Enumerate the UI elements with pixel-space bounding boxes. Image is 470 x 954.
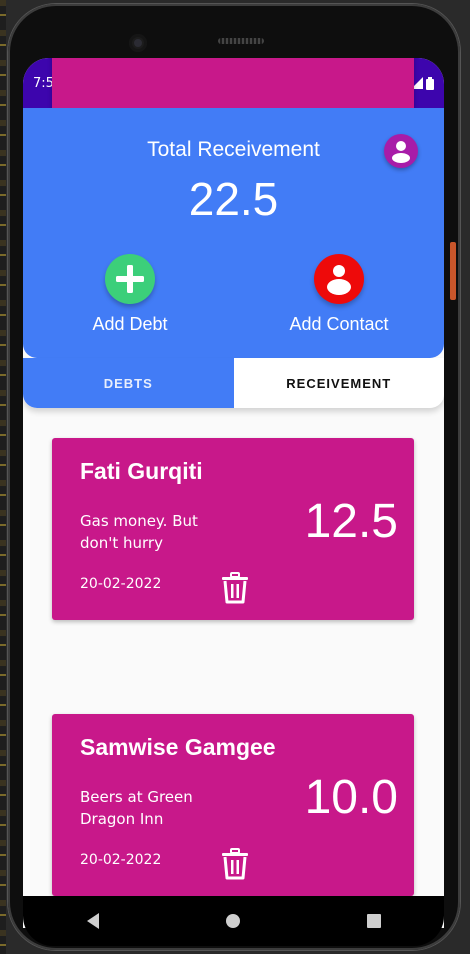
- trash-icon[interactable]: [220, 848, 250, 880]
- debt-note: Gas money. But don't hurry: [80, 512, 198, 552]
- person-icon: [327, 265, 351, 295]
- recents-button[interactable]: [362, 909, 386, 933]
- system-nav-bar: [23, 896, 444, 946]
- receivement-card[interactable]: Samwise Gamgee Beers at Green Dragon Inn…: [52, 714, 414, 896]
- contact-name: Samwise Gamgee: [80, 734, 276, 760]
- plus-icon: [116, 265, 144, 293]
- power-button: [450, 242, 456, 300]
- tab-receivement[interactable]: RECEIVEMENT: [233, 358, 444, 408]
- profile-button[interactable]: [384, 134, 418, 168]
- debt-date: 20-02-2022: [80, 852, 162, 868]
- add-contact-button[interactable]: [314, 254, 364, 304]
- debt-amount: 10.0: [304, 771, 398, 824]
- add-debt-label: Add Debt: [92, 314, 168, 334]
- speaker-grille: [218, 38, 264, 44]
- total-value: 22.5: [188, 173, 279, 225]
- battery-icon: [426, 76, 434, 90]
- back-icon: [87, 913, 100, 929]
- person-icon: [392, 141, 410, 163]
- summary-header: Total Receivement 22.5 Add Debt Add Cont…: [23, 108, 444, 358]
- add-debt-button[interactable]: [105, 254, 155, 304]
- debt-note: Beers at Green Dragon Inn: [80, 788, 193, 828]
- home-icon: [226, 914, 241, 928]
- debt-date: 20-02-2022: [80, 576, 162, 592]
- app-screen: 7:58 Total Receivement 22.5 Add Debt Add…: [23, 58, 444, 928]
- debt-amount: 12.5: [304, 495, 398, 548]
- camera-icon: [129, 34, 147, 52]
- add-debt-action[interactable]: Add Debt: [50, 254, 210, 335]
- trash-icon[interactable]: [220, 572, 250, 604]
- tab-debts[interactable]: DEBTS: [23, 358, 234, 408]
- recents-icon: [366, 914, 381, 928]
- status-bar: 7:58: [23, 58, 444, 174]
- total-label: Total Receivement: [147, 138, 320, 161]
- receivement-card[interactable]: Fati Gurqiti Gas money. But don't hurry …: [52, 438, 414, 620]
- back-button[interactable]: [81, 909, 105, 933]
- tab-bar: DEBTS RECEIVEMENT: [23, 358, 444, 408]
- add-contact-label: Add Contact: [289, 314, 389, 334]
- contact-name: Fati Gurqiti: [80, 458, 203, 484]
- home-button[interactable]: [221, 909, 245, 933]
- add-contact-action[interactable]: Add Contact: [259, 254, 419, 335]
- emulator-side-strip: [0, 0, 6, 954]
